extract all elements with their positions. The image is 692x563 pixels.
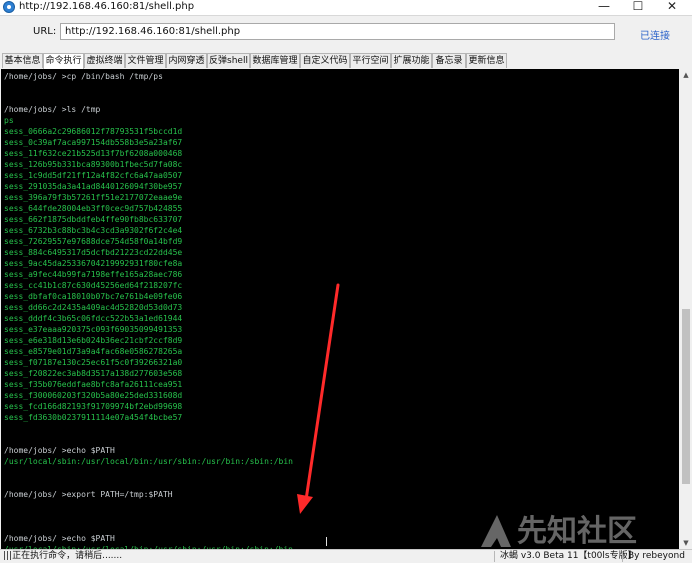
status-divider: [622, 551, 623, 562]
status-version: 冰蝎 v3.0 Beta 11【t00ls专版】: [500, 551, 637, 561]
status-bar: |||正在执行命令，请稍后....... 冰蝎 v3.0 Beta 11【t00…: [0, 549, 692, 563]
status-author: By rebeyond: [628, 551, 685, 561]
annotation-arrow-icon: [297, 283, 340, 514]
watermark-logo: 先知社区: [481, 514, 637, 549]
status-message: |||正在执行命令，请稍后.......: [3, 551, 123, 561]
status-divider: [494, 551, 495, 562]
watermark-text: 先知社区: [517, 514, 637, 549]
